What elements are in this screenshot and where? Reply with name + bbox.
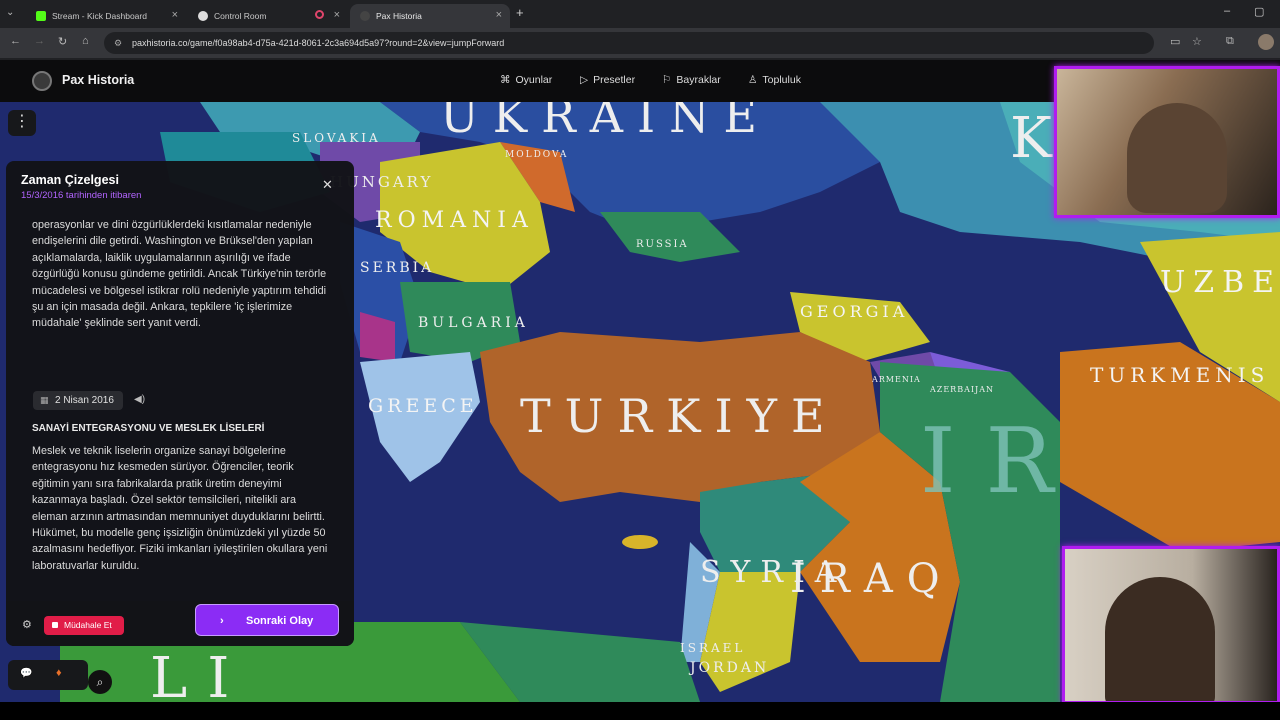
tab-label: Control Room bbox=[214, 11, 267, 21]
user-icon: ♙ bbox=[748, 74, 758, 86]
nav-presetler[interactable]: ▷ Presetler bbox=[580, 74, 635, 86]
close-icon[interactable]: × bbox=[334, 9, 340, 21]
gamepad-icon: ⌘ bbox=[500, 74, 511, 86]
bookmark-star-icon[interactable]: ☆ bbox=[1192, 35, 1202, 48]
speaker-icon[interactable]: ◀) bbox=[134, 394, 145, 405]
brand-title[interactable]: Pax Historia bbox=[62, 73, 134, 87]
label-jordan: JORDAN bbox=[688, 660, 769, 676]
site-info-icon[interactable]: ⚙ bbox=[114, 32, 122, 54]
next-event-button[interactable]: › Sonraki Olay bbox=[195, 604, 339, 636]
timeline-panel: Zaman Çizelgesi 15/3/2016 tarihinden iti… bbox=[6, 161, 354, 646]
map-search-button[interactable]: ⌕ bbox=[88, 670, 112, 694]
label-turkiye: TURKIYE bbox=[520, 389, 839, 443]
globe-icon bbox=[198, 11, 208, 21]
label-slovakia: SLOVAKIA bbox=[292, 131, 381, 145]
label-uzbekistan: UZBE bbox=[1160, 265, 1280, 300]
nav-bayraklar[interactable]: ⚐ Bayraklar bbox=[662, 74, 721, 86]
close-icon[interactable]: × bbox=[172, 9, 178, 21]
nav-label: Presetler bbox=[593, 74, 636, 86]
label-iran: IR bbox=[920, 409, 1083, 514]
url-text: paxhistoria.co/game/f0a98ab4-d75a-421d-8… bbox=[132, 38, 505, 48]
recording-icon bbox=[315, 10, 324, 19]
label-moldova: MOLDOVA bbox=[505, 150, 568, 160]
play-icon: ▷ bbox=[580, 74, 589, 86]
webcam-overlay-top bbox=[1054, 66, 1280, 218]
close-icon[interactable]: × bbox=[496, 9, 502, 21]
intervene-button[interactable]: Müdahale Et bbox=[44, 616, 124, 635]
event-heading: SANAYİ ENTEGRASYONU VE MESLEK LİSELERİ bbox=[32, 423, 265, 434]
streamer-figure bbox=[1105, 577, 1215, 701]
tab-pax-historia[interactable]: Pax Historia × bbox=[350, 4, 510, 28]
pax-logo-icon[interactable] bbox=[32, 71, 52, 91]
label-israel: ISRAEL bbox=[680, 641, 745, 655]
tab-search-icon[interactable]: ⌄ bbox=[6, 7, 14, 18]
event-date-chip: ▦ 2 Nisan 2016 bbox=[33, 391, 123, 410]
close-icon[interactable]: ✕ bbox=[322, 177, 333, 193]
region-cyprus bbox=[622, 535, 658, 549]
label-bulgaria: BULGARIA bbox=[418, 315, 529, 331]
bottom-edge bbox=[0, 702, 1280, 720]
nav-oyunlar[interactable]: ⌘ Oyunlar bbox=[500, 74, 552, 86]
label-ukraine: UKRAINE bbox=[440, 102, 771, 143]
new-tab-icon[interactable]: + bbox=[516, 5, 524, 20]
tab-label: Stream - Kick Dashboard bbox=[52, 11, 147, 21]
flame-icon[interactable]: ♦ bbox=[56, 667, 62, 679]
label-turkmenistan: TURKMENIS bbox=[1090, 363, 1269, 387]
home-icon[interactable]: ⌂ bbox=[82, 35, 89, 47]
address-bar[interactable]: ⚙ paxhistoria.co/game/f0a98ab4-d75a-421d… bbox=[104, 32, 1154, 54]
chat-icon[interactable]: 💬 bbox=[20, 668, 32, 679]
panel-title: Zaman Çizelgesi bbox=[21, 173, 119, 187]
webcam-overlay-bottom bbox=[1062, 546, 1280, 704]
extensions-icon[interactable]: ⧉ bbox=[1226, 35, 1234, 48]
label-kazakhstan: K bbox=[1010, 106, 1053, 171]
calendar-icon: ▦ bbox=[40, 395, 49, 405]
nav-topluluk[interactable]: ♙ Topluluk bbox=[748, 74, 801, 86]
label-libya: LI bbox=[150, 646, 249, 702]
event-paragraph-previous: operasyonlar ve dini özgürlüklerdeki kıs… bbox=[32, 219, 327, 330]
event-date: 2 Nisan 2016 bbox=[55, 395, 114, 406]
label-georgia: GEORGIA bbox=[800, 302, 908, 321]
tab-control-room[interactable]: Control Room × bbox=[188, 4, 348, 28]
forward-icon[interactable]: → bbox=[34, 35, 45, 47]
label-russia: RUSSIA bbox=[636, 239, 689, 250]
label-azerbaijan: AZERBAIJAN bbox=[929, 385, 994, 394]
map-menu-button[interactable]: ⋮ bbox=[8, 110, 36, 136]
label-iraq: IRAQ bbox=[790, 556, 954, 602]
stop-icon bbox=[52, 622, 58, 628]
nav-label: Bayraklar bbox=[676, 74, 721, 86]
next-event-label: Sonraki Olay bbox=[246, 615, 314, 627]
settings-gear-icon[interactable]: ⚙ bbox=[22, 618, 32, 631]
cast-icon[interactable]: ▭ bbox=[1170, 35, 1180, 48]
flag-icon: ⚐ bbox=[662, 74, 672, 86]
streamer-figure bbox=[1127, 103, 1227, 213]
kick-icon bbox=[36, 11, 46, 21]
label-serbia: SERBIA bbox=[360, 260, 434, 276]
browser-chrome: ⌄ Stream - Kick Dashboard × Control Room… bbox=[0, 0, 1280, 60]
maximize-icon[interactable]: ▢ bbox=[1254, 5, 1264, 18]
panel-subtitle: 15/3/2016 tarihinden itibaren bbox=[21, 190, 142, 201]
nav-label: Topluluk bbox=[762, 74, 801, 86]
profile-avatar[interactable] bbox=[1258, 34, 1274, 50]
event-paragraph: Meslek ve teknik liselerin organize sana… bbox=[32, 445, 328, 572]
back-icon[interactable]: ← bbox=[10, 35, 21, 47]
label-romania: ROMANIA bbox=[375, 208, 534, 233]
minimize-icon[interactable]: – bbox=[1224, 5, 1230, 17]
intervene-label: Müdahale Et bbox=[64, 620, 112, 630]
chevron-right-icon: › bbox=[220, 615, 224, 627]
label-greece: GREECE bbox=[368, 395, 478, 417]
pax-favicon-icon bbox=[360, 11, 370, 21]
browser-toolbar: ← → ↻ ⌂ ⚙ paxhistoria.co/game/f0a98ab4-d… bbox=[0, 28, 1280, 58]
tab-label: Pax Historia bbox=[376, 11, 422, 21]
nav-label: Oyunlar bbox=[515, 74, 553, 86]
reload-icon[interactable]: ↻ bbox=[58, 35, 67, 48]
tab-bar: ⌄ Stream - Kick Dashboard × Control Room… bbox=[0, 0, 1280, 28]
tab-kick-dashboard[interactable]: Stream - Kick Dashboard × bbox=[26, 4, 186, 28]
label-armenia: ARMENIA bbox=[871, 375, 921, 384]
bottom-toolbar: 💬 ♦ bbox=[8, 660, 88, 690]
